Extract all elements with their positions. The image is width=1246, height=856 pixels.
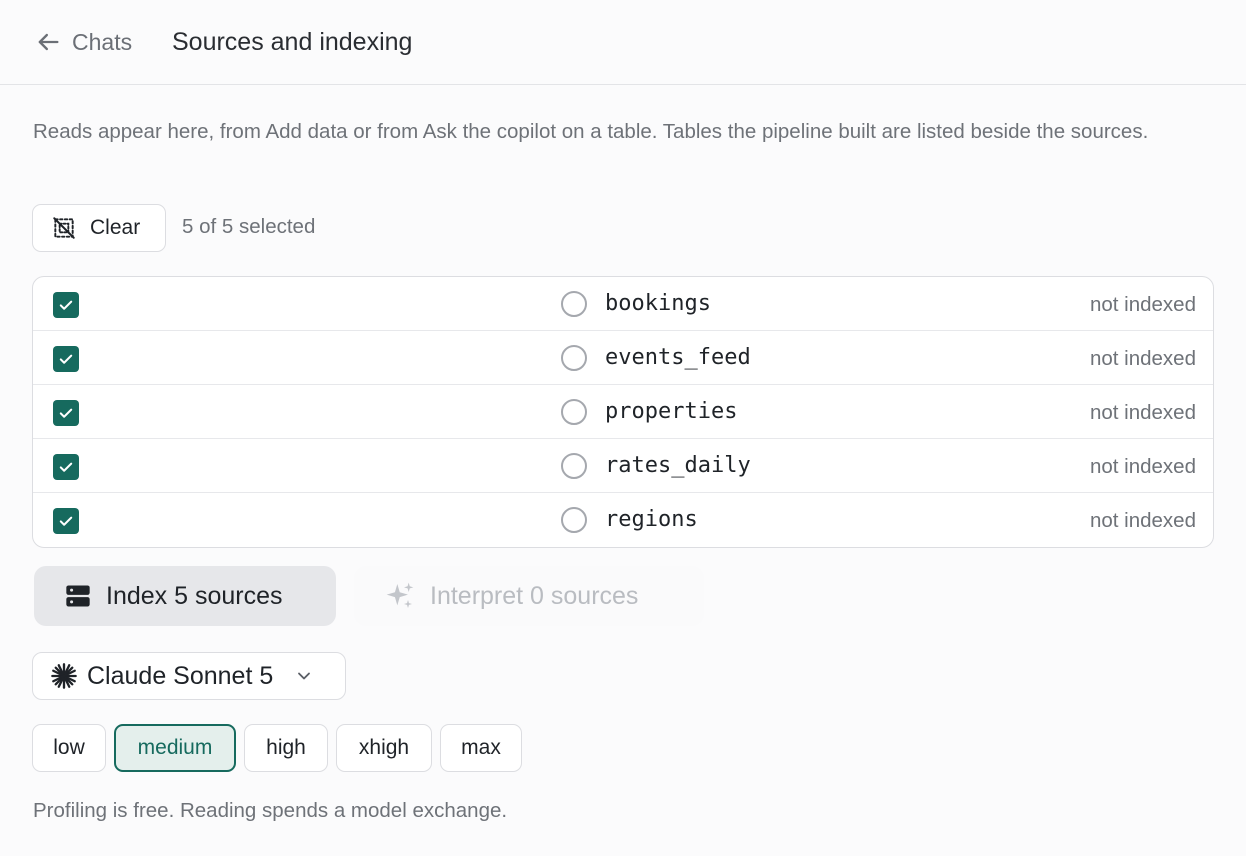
source-checkbox[interactable] [53, 454, 79, 480]
interpret-sources-button[interactable]: Interpret 0 sources [354, 566, 704, 626]
source-status: not indexed [1089, 509, 1196, 532]
source-status: not indexed [1089, 401, 1196, 424]
clear-selection-button[interactable]: Clear [32, 204, 166, 252]
source-checkbox[interactable] [53, 346, 79, 372]
model-selector[interactable]: Claude Sonnet 5 [32, 652, 346, 700]
page-title: Sources and indexing [172, 28, 413, 56]
sparkles-icon [386, 582, 414, 608]
effort-option-low[interactable]: low [32, 724, 106, 772]
index-sources-button[interactable]: Index 5 sources [34, 566, 336, 626]
source-checkbox[interactable] [53, 508, 79, 534]
effort-option-xhigh[interactable]: xhigh [336, 724, 432, 772]
table-row: regions not indexed [33, 493, 1213, 547]
source-status: not indexed [1089, 347, 1196, 370]
footer-note: Profiling is free. Reading spends a mode… [33, 799, 508, 822]
source-radio[interactable] [561, 453, 587, 479]
source-name: rates_daily [605, 453, 751, 478]
back-label: Chats [72, 28, 133, 55]
source-name: regions [605, 507, 698, 532]
deselect-icon [53, 217, 75, 239]
source-checkbox[interactable] [53, 400, 79, 426]
table-row: bookings not indexed [33, 277, 1213, 331]
source-radio[interactable] [561, 291, 587, 317]
source-radio[interactable] [561, 507, 587, 533]
check-icon [59, 516, 73, 526]
effort-option-max[interactable]: max [440, 724, 522, 772]
source-name: events_feed [605, 345, 751, 370]
index-label: Index 5 sources [106, 581, 283, 610]
table-row: rates_daily not indexed [33, 439, 1213, 493]
source-status: not indexed [1089, 293, 1196, 316]
effort-option-high[interactable]: high [244, 724, 328, 772]
source-name: properties [605, 399, 738, 424]
effort-option-medium[interactable]: medium [114, 724, 236, 772]
arrow-left-icon [38, 33, 59, 51]
interpret-label: Interpret 0 sources [430, 581, 639, 610]
sources-table: bookings not indexed events_feed not ind… [32, 276, 1214, 548]
header: Chats Sources and indexing [0, 0, 1246, 85]
source-name: bookings [605, 291, 711, 316]
source-radio[interactable] [561, 399, 587, 425]
check-icon [59, 462, 73, 472]
check-icon [59, 408, 73, 418]
chevron-down-icon [298, 672, 311, 680]
description-text: Reads appear here, from Add data or from… [33, 120, 1149, 143]
check-icon [59, 354, 73, 364]
source-checkbox[interactable] [53, 292, 79, 318]
clear-label: Clear [90, 216, 141, 239]
source-status: not indexed [1089, 455, 1196, 478]
model-label: Claude Sonnet 5 [87, 661, 274, 690]
selection-count: 5 of 5 selected [182, 215, 316, 238]
check-icon [59, 300, 73, 310]
table-row: properties not indexed [33, 385, 1213, 439]
claude-logo-icon [51, 663, 77, 689]
server-icon [66, 585, 90, 607]
table-row: events_feed not indexed [33, 331, 1213, 385]
source-radio[interactable] [561, 345, 587, 371]
back-to-chats-button[interactable]: Chats [34, 26, 132, 58]
